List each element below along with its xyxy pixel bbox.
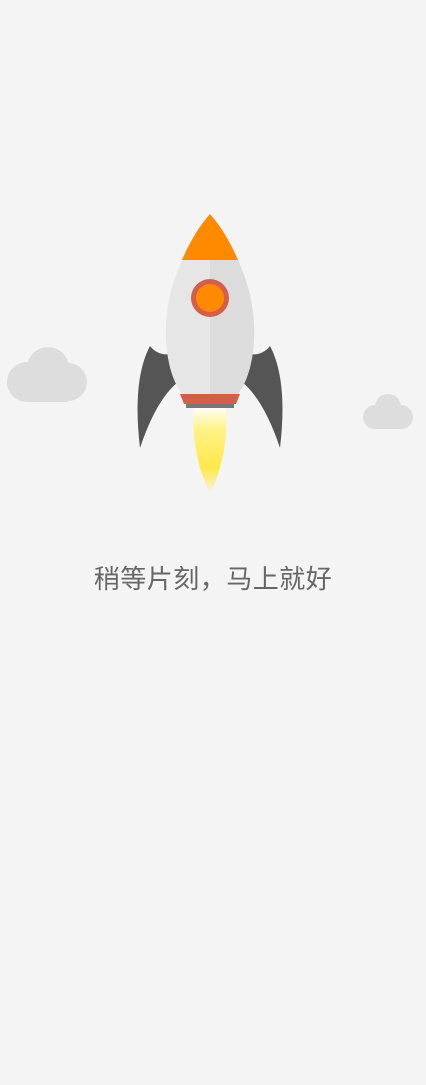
loading-screen: 稍等片刻，马上就好 (0, 0, 426, 1085)
cloud-icon (363, 394, 413, 429)
loading-message: 稍等片刻，马上就好 (93, 565, 333, 595)
rocket-flame (193, 406, 227, 495)
rocket-nose (182, 214, 238, 260)
cloud-icon (7, 347, 87, 402)
rocket-base (180, 394, 240, 404)
rocket-icon (137, 214, 283, 495)
